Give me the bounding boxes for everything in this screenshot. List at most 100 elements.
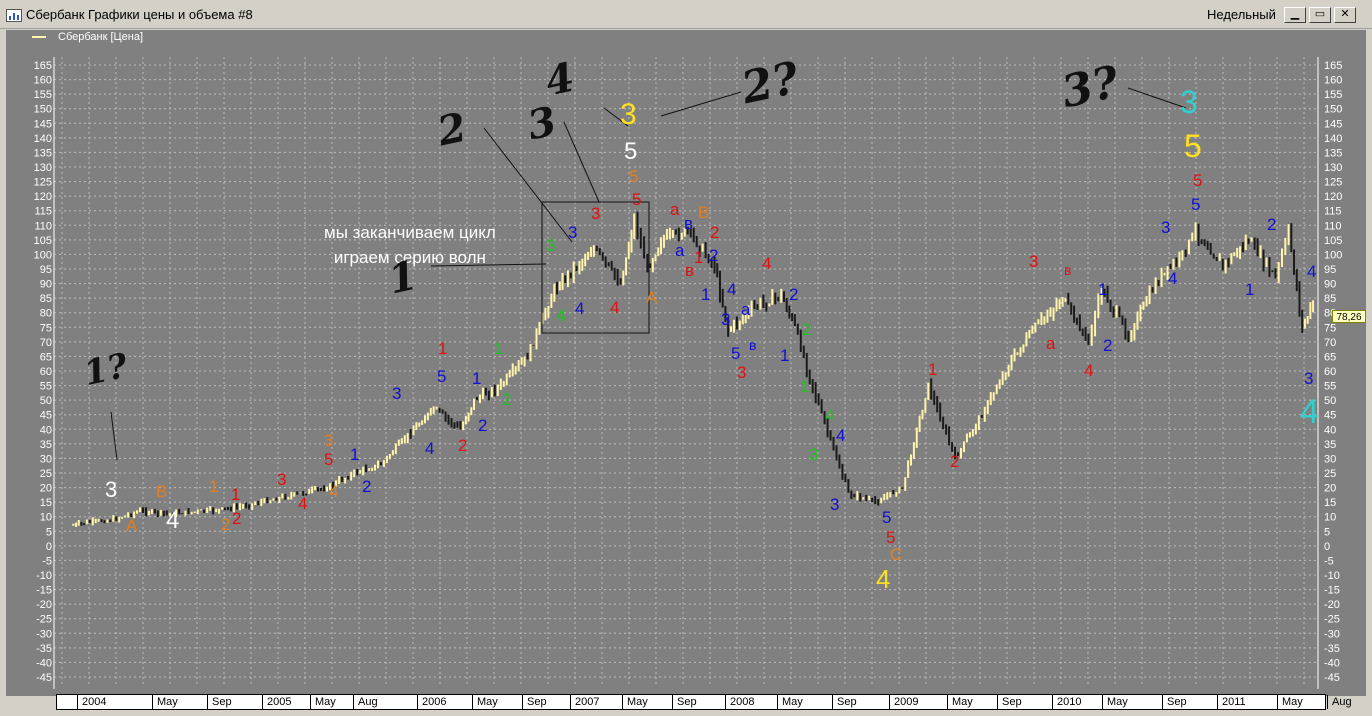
wave-label: 3 bbox=[1029, 252, 1039, 271]
wave-label: 1 bbox=[231, 485, 241, 504]
y-tick-label-left: 65 bbox=[40, 351, 52, 363]
y-tick-label-left: 80 bbox=[40, 308, 52, 320]
wave-label: в bbox=[684, 214, 694, 233]
y-tick-label-right: 70 bbox=[1324, 337, 1336, 349]
y-tick-label-left: -35 bbox=[36, 643, 52, 655]
wave-label: 2 bbox=[709, 246, 719, 265]
y-tick-label-left: -10 bbox=[36, 570, 52, 582]
y-tick-label-left: -45 bbox=[36, 672, 52, 684]
price-chart[interactable]: 165 165160 160155 155150 150145 145140 140135 1… bbox=[6, 30, 1366, 696]
wave-label: a bbox=[741, 300, 751, 319]
pointer-line bbox=[1127, 87, 1187, 109]
y-tick-label-left: 50 bbox=[40, 395, 52, 407]
time-axis-label: May bbox=[1277, 695, 1303, 709]
wave-label: 2 bbox=[458, 436, 468, 455]
time-axis-label: 2006 bbox=[417, 695, 446, 709]
wave-label: 1 bbox=[701, 285, 711, 304]
wave-label: в bbox=[749, 337, 757, 353]
wave-label: в bbox=[1064, 262, 1072, 278]
minimize-button[interactable]: ▁ bbox=[1284, 7, 1306, 23]
y-tick-label-left: -30 bbox=[36, 628, 52, 640]
y-tick-label-left: 40 bbox=[40, 424, 52, 436]
y-tick-label-right: 10 bbox=[1324, 512, 1336, 524]
close-button[interactable]: ✕ bbox=[1334, 7, 1356, 23]
time-axis-label: Aug bbox=[1327, 695, 1352, 709]
wave-label: 4 bbox=[298, 494, 308, 513]
y-tick-label-left: 60 bbox=[40, 366, 52, 378]
wave-label: 1 bbox=[1245, 280, 1255, 299]
y-tick-label-right: 160 bbox=[1324, 75, 1342, 87]
wave-label: 5 bbox=[1184, 128, 1202, 164]
wave-label: B bbox=[156, 482, 168, 501]
close-icon: ✕ bbox=[1340, 8, 1350, 20]
time-axis-label: Sep bbox=[522, 695, 547, 709]
y-tick-label-right: 0 bbox=[1324, 541, 1330, 553]
y-tick-label-left: 70 bbox=[40, 337, 52, 349]
y-tick-label-right: 165 bbox=[1324, 60, 1342, 72]
wave-label: 2 bbox=[478, 416, 488, 435]
title-bar[interactable]: Сбербанк Графики цены и объема #8 Недель… bbox=[0, 0, 1372, 29]
y-tick-label-left: 0 bbox=[46, 541, 52, 553]
wave-label: a bbox=[1046, 334, 1056, 353]
time-axis-label: May bbox=[472, 695, 498, 709]
wave-label: 4 bbox=[1084, 361, 1094, 380]
time-axis-label: May bbox=[947, 695, 973, 709]
period-label: Недельный bbox=[1207, 7, 1276, 22]
time-axis-label: Sep bbox=[207, 695, 232, 709]
y-tick-label-right: 100 bbox=[1324, 249, 1342, 261]
y-tick-label-right: 40 bbox=[1324, 424, 1336, 436]
y-tick-label-right: 5 bbox=[1324, 526, 1330, 538]
y-tick-label-right: -35 bbox=[1324, 643, 1340, 655]
y-tick-label-right: 30 bbox=[1324, 453, 1336, 465]
restore-button[interactable]: ▭ bbox=[1309, 7, 1331, 23]
y-tick-label-left: 10 bbox=[40, 512, 52, 524]
wave-label: 3 bbox=[1180, 84, 1198, 120]
wave-label: 2 bbox=[232, 509, 242, 528]
time-axis-label: 2007 bbox=[570, 695, 599, 709]
wave-label: B bbox=[698, 203, 710, 222]
chart-plot-area[interactable]: 165 165 160 160 155 155 150 150 145 145 140 140 135 1… bbox=[6, 30, 1366, 696]
wave-label: 2 bbox=[950, 452, 960, 471]
y-tick-label-right: 155 bbox=[1324, 89, 1342, 101]
pointer-line bbox=[483, 127, 573, 243]
wave-label: 2 bbox=[1103, 336, 1113, 355]
y-tick-label-right: -5 bbox=[1324, 555, 1334, 567]
wave-label: 2 bbox=[710, 223, 720, 242]
wave-label: 2 bbox=[362, 477, 372, 496]
time-axis-label: May bbox=[777, 695, 803, 709]
restore-icon: ▭ bbox=[1314, 8, 1326, 20]
wave-label: 5 bbox=[324, 450, 334, 469]
wave-label: 4 bbox=[610, 298, 620, 317]
y-tick-label-right: 145 bbox=[1324, 118, 1342, 130]
y-tick-label-right: 45 bbox=[1324, 410, 1336, 422]
y-tick-label-left: 140 bbox=[34, 133, 52, 145]
y-tick-label-left: 135 bbox=[34, 147, 52, 159]
y-tick-label-left: -20 bbox=[36, 599, 52, 611]
window-frame-bottom bbox=[0, 710, 1372, 716]
legend-swatch bbox=[32, 36, 46, 38]
time-axis-label: Sep bbox=[1162, 695, 1187, 709]
wave-label: в bbox=[685, 261, 695, 280]
y-tick-label-left: 160 bbox=[34, 75, 52, 87]
y-tick-label-left: 165 bbox=[34, 60, 52, 72]
wave-label: 3 bbox=[591, 204, 601, 223]
y-tick-label-right: 15 bbox=[1324, 497, 1336, 509]
wave-label: 5 bbox=[632, 190, 642, 209]
pointer-line bbox=[110, 411, 118, 461]
wave-label: 3 bbox=[620, 98, 637, 131]
time-axis-label: 2008 bbox=[725, 695, 754, 709]
wave-label: 3 bbox=[721, 310, 731, 329]
y-tick-label-left: 120 bbox=[34, 191, 52, 203]
y-tick-label-right: 110 bbox=[1324, 220, 1342, 232]
time-axis-label: May bbox=[1102, 695, 1128, 709]
y-tick-label-left: 55 bbox=[40, 381, 52, 393]
y-tick-label-left: -25 bbox=[36, 614, 52, 626]
wave-label: 3 bbox=[568, 223, 578, 242]
time-axis-label: 2004 bbox=[77, 695, 106, 709]
wave-label: 1 bbox=[928, 360, 938, 379]
y-tick-label-left: 90 bbox=[40, 279, 52, 291]
time-axis[interactable]: 2004 May Sep 2005 May Aug 2006 May Sep 2007 May Sep… bbox=[56, 694, 1352, 710]
wave-label: C bbox=[890, 545, 903, 564]
y-tick-label-left: 130 bbox=[34, 162, 52, 174]
wave-label: 4 bbox=[836, 426, 846, 445]
